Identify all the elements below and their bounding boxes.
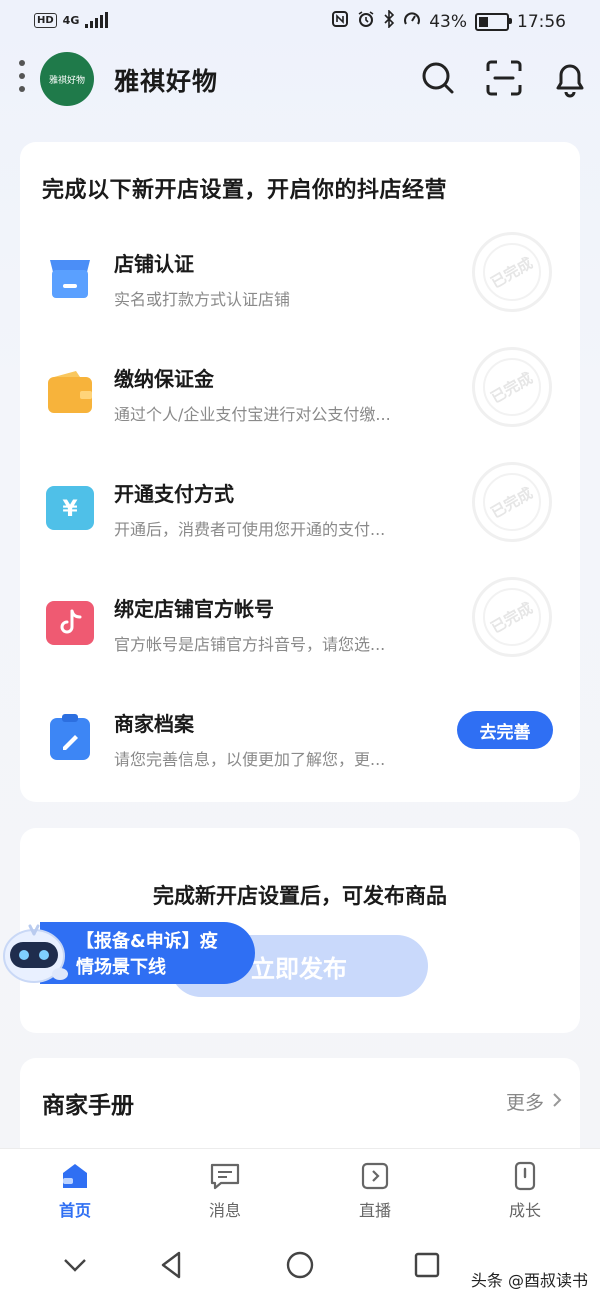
- task-desc: 开通后，消费者可使用您开通的支付...: [114, 520, 386, 539]
- shop-logo[interactable]: 雅祺好物: [40, 52, 94, 106]
- tab-label: 消息: [208, 1201, 241, 1220]
- back-icon[interactable]: [157, 1250, 187, 1280]
- task-name: 商家档案: [114, 712, 194, 736]
- task-deposit[interactable]: 缴纳保证金 通过个人/企业支付宝进行对公支付缴... 已完成: [20, 347, 580, 478]
- notice-banner[interactable]: 【报备&申诉】疫 情场景下线: [0, 922, 260, 984]
- tab-label: 成长: [508, 1201, 541, 1220]
- alarm-icon: [357, 10, 375, 33]
- bottom-tab-bar: 首页 消息 直播 成长: [0, 1148, 600, 1231]
- stamp-text: 已完成: [488, 598, 537, 637]
- battery-icon: [475, 12, 512, 31]
- menu-dots-icon[interactable]: [19, 60, 27, 99]
- completed-stamp: 已完成: [472, 232, 552, 312]
- store-icon: [46, 254, 94, 302]
- signal-icon: [85, 12, 109, 28]
- tab-home[interactable]: 首页: [25, 1161, 125, 1221]
- more-label: 更多: [505, 1092, 544, 1114]
- task-desc: 请您完善信息，以便更加了解您，更...: [114, 750, 386, 769]
- clock: 17:56: [517, 11, 566, 32]
- tab-label: 直播: [358, 1201, 391, 1220]
- wallet-icon: [46, 369, 94, 417]
- bell-icon[interactable]: [550, 58, 590, 98]
- more-link[interactable]: 更多: [506, 1088, 562, 1115]
- task-desc: 实名或打款方式认证店铺: [114, 290, 291, 309]
- app-header: 雅祺好物 雅祺好物: [0, 44, 600, 114]
- growth-icon: [475, 1161, 575, 1191]
- svg-text:¥: ¥: [62, 497, 78, 522]
- completed-stamp: 已完成: [472, 462, 552, 542]
- clipboard-icon: [46, 714, 94, 762]
- home-nav-icon[interactable]: [285, 1250, 315, 1280]
- setup-card: 完成以下新开店设置，开启你的抖店经营 店铺认证 实名或打款方式认证店铺 已完成 …: [20, 142, 580, 802]
- notice-line-2: 情场景下线: [76, 957, 166, 978]
- home-icon: [25, 1161, 125, 1191]
- speed-icon: [403, 10, 421, 33]
- logo-text: 雅祺好物: [48, 75, 85, 86]
- stamp-text: 已完成: [488, 368, 537, 407]
- stamp-text: 已完成: [488, 253, 537, 292]
- live-icon: [325, 1161, 425, 1191]
- network-type: 4G: [62, 13, 80, 27]
- tiktok-icon: [46, 599, 94, 647]
- task-bind-account[interactable]: 绑定店铺官方帐号 官方帐号是店铺官方抖音号，请您选... 已完成: [20, 577, 580, 708]
- message-icon: [175, 1161, 275, 1191]
- search-icon[interactable]: [418, 58, 458, 98]
- publish-hint: 完成新开店设置后，可发布商品: [153, 884, 447, 908]
- tab-live[interactable]: 直播: [325, 1161, 425, 1221]
- scan-icon[interactable]: [484, 58, 524, 98]
- task-name: 店铺认证: [114, 252, 194, 276]
- robot-icon: [0, 916, 70, 988]
- recents-icon[interactable]: [412, 1250, 442, 1280]
- complete-profile-button[interactable]: 去完善: [457, 711, 553, 749]
- task-store-verification[interactable]: 店铺认证 实名或打款方式认证店铺 已完成: [20, 232, 580, 363]
- yuan-icon: ¥: [46, 484, 94, 532]
- task-name: 开通支付方式: [114, 482, 234, 506]
- chevron-right-icon: [552, 1091, 562, 1113]
- completed-stamp: 已完成: [472, 347, 552, 427]
- tab-label: 首页: [58, 1201, 91, 1220]
- task-name: 绑定店铺官方帐号: [114, 597, 274, 621]
- notice-line-1: 【报备&申诉】疫: [76, 931, 218, 952]
- tab-messages[interactable]: 消息: [175, 1161, 275, 1221]
- battery-percent: 43%: [429, 11, 467, 32]
- tab-growth[interactable]: 成长: [475, 1161, 575, 1221]
- chevron-down-icon[interactable]: [60, 1250, 90, 1280]
- task-desc: 通过个人/企业支付宝进行对公支付缴...: [114, 405, 391, 424]
- shop-name: 雅祺好物: [114, 67, 219, 96]
- task-payment-method[interactable]: ¥ 开通支付方式 开通后，消费者可使用您开通的支付... 已完成: [20, 462, 580, 593]
- nfc-icon: [331, 10, 349, 33]
- hd-badge: HD: [34, 12, 57, 28]
- manual-title: 商家手册: [42, 1093, 134, 1119]
- task-merchant-profile[interactable]: 商家档案 请您完善信息，以便更加了解您，更... 去完善: [20, 708, 580, 823]
- completed-stamp: 已完成: [472, 577, 552, 657]
- task-name: 缴纳保证金: [114, 367, 214, 391]
- watermark: 头条 @酉叔读书: [470, 1271, 588, 1290]
- task-desc: 官方帐号是店铺官方抖音号，请您选...: [114, 635, 386, 654]
- stamp-text: 已完成: [488, 483, 537, 522]
- bluetooth-icon: [383, 9, 395, 33]
- status-bar: HD 4G 43% 17:56: [0, 0, 600, 44]
- notice-bubble[interactable]: 【报备&申诉】疫 情场景下线: [40, 922, 255, 984]
- setup-card-title: 完成以下新开店设置，开启你的抖店经营: [42, 178, 448, 203]
